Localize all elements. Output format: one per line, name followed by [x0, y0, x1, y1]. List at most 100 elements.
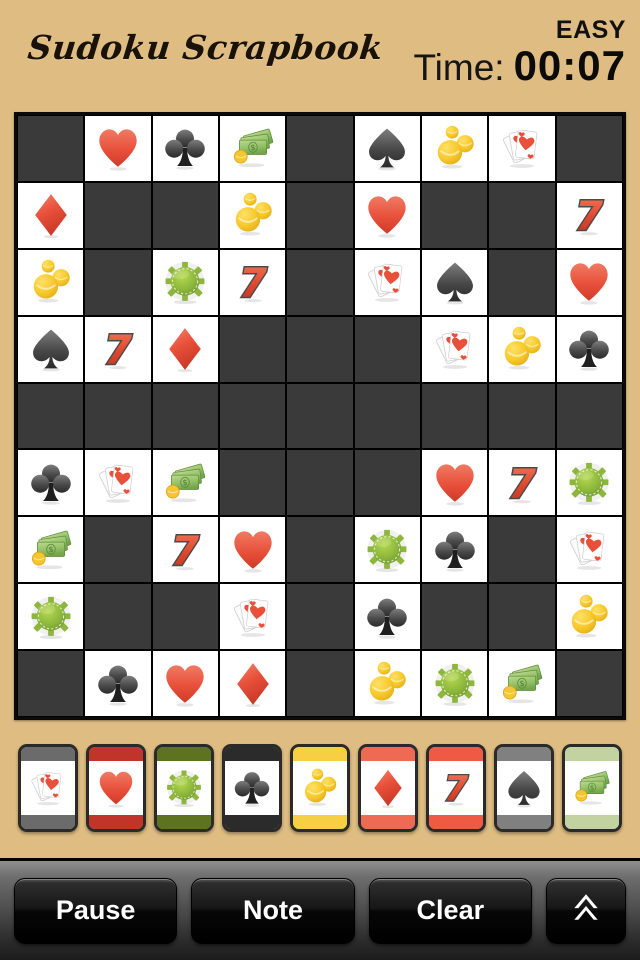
grid-cell-empty[interactable] [152, 383, 218, 449]
grid-cell-filled[interactable] [152, 651, 218, 716]
grid-cell-empty[interactable] [287, 182, 353, 248]
grid-cell-filled[interactable] [422, 316, 488, 382]
palette-tile-diamond[interactable] [358, 744, 418, 832]
grid-cell-filled[interactable] [85, 116, 151, 181]
grid-cell-empty[interactable] [220, 316, 286, 382]
grid-cell-filled[interactable] [220, 182, 286, 248]
grid-cell-empty[interactable] [489, 584, 555, 650]
grid-cell-empty[interactable] [422, 584, 488, 650]
palette-tile-spade[interactable] [494, 744, 554, 832]
grid-cell-filled[interactable]: 7 [85, 316, 151, 382]
grid-cell-empty[interactable] [85, 584, 151, 650]
cards-icon [28, 768, 68, 808]
grid-cell-filled[interactable] [489, 116, 555, 181]
grid-cell-empty[interactable] [422, 383, 488, 449]
grid-cell-filled[interactable]: 7 [152, 517, 218, 583]
grid-cell-empty[interactable] [287, 584, 353, 650]
grid-cell-filled[interactable] [18, 249, 84, 315]
grid-cell-empty[interactable] [489, 249, 555, 315]
grid-cell-filled[interactable] [556, 316, 622, 382]
grid-cell-empty[interactable] [220, 383, 286, 449]
grid-cell-filled[interactable]: 7 [220, 249, 286, 315]
grid-cell-filled[interactable] [354, 249, 420, 315]
palette-tile-seven[interactable]: 7 [426, 744, 486, 832]
grid-cell-empty[interactable] [152, 584, 218, 650]
grid-cell-filled[interactable]: $ [489, 651, 555, 716]
grid-cell-empty[interactable] [85, 249, 151, 315]
grid-cell-empty[interactable] [85, 383, 151, 449]
scroll-up-button[interactable] [545, 877, 626, 944]
palette-tile-cards[interactable] [18, 744, 78, 832]
grid-cell-filled[interactable] [556, 450, 622, 516]
grid-cell-filled[interactable] [556, 249, 622, 315]
grid-cell-filled[interactable] [152, 249, 218, 315]
grid-cell-empty[interactable] [556, 383, 622, 449]
grid-cell-filled[interactable] [18, 584, 84, 650]
symbol-palette[interactable]: 7 $ [0, 733, 640, 843]
clear-button[interactable]: Clear [368, 877, 532, 944]
palette-tile-money[interactable]: $ [562, 744, 622, 832]
grid-cell-filled[interactable] [354, 116, 420, 181]
grid-cell-filled[interactable] [18, 316, 84, 382]
grid-cell-empty[interactable] [18, 116, 84, 181]
grid-cell-filled[interactable] [354, 517, 420, 583]
grid-cell-empty[interactable] [220, 450, 286, 516]
grid-cell-filled[interactable] [422, 651, 488, 716]
grid-cell-empty[interactable] [287, 450, 353, 516]
grid-cell-empty[interactable] [489, 383, 555, 449]
grid-cell-empty[interactable] [354, 450, 420, 516]
grid-cell-empty[interactable] [556, 651, 622, 716]
grid-cell-filled[interactable] [354, 182, 420, 248]
grid-cell-filled[interactable]: $ [18, 517, 84, 583]
grid-cell-filled[interactable] [18, 450, 84, 516]
grid-cell-filled[interactable] [220, 584, 286, 650]
grid-cell-empty[interactable] [287, 383, 353, 449]
palette-tile-club[interactable] [222, 744, 282, 832]
grid-cell-filled[interactable]: 7 [556, 182, 622, 248]
grid-cell-empty[interactable] [152, 182, 218, 248]
grid-cell-filled[interactable] [489, 316, 555, 382]
grid-cell-empty[interactable] [287, 651, 353, 716]
palette-tile-chip[interactable] [154, 744, 214, 832]
grid-cell-filled[interactable] [556, 517, 622, 583]
grid-cell-empty[interactable] [287, 116, 353, 181]
grid-cell-filled[interactable]: $ [220, 116, 286, 181]
grid-cell-empty[interactable] [287, 316, 353, 382]
palette-tile-coins[interactable] [290, 744, 350, 832]
grid-cell-empty[interactable] [354, 383, 420, 449]
sudoku-grid[interactable]: $ 7 7 7 $ 7 $ 7 $ [17, 115, 623, 717]
grid-cell-empty[interactable] [18, 383, 84, 449]
palette-tile-heart[interactable] [86, 744, 146, 832]
heart-icon [566, 259, 612, 305]
grid-cell-filled[interactable]: $ [152, 450, 218, 516]
grid-cell-filled[interactable] [354, 651, 420, 716]
grid-cell-filled[interactable] [18, 182, 84, 248]
grid-cell-empty[interactable] [556, 116, 622, 181]
grid-cell-filled[interactable] [422, 249, 488, 315]
grid-cell-filled[interactable] [422, 517, 488, 583]
grid-cell-filled[interactable]: 7 [489, 450, 555, 516]
grid-cell-empty[interactable] [18, 651, 84, 716]
grid-cell-filled[interactable] [354, 584, 420, 650]
pause-button[interactable]: Pause [14, 877, 178, 944]
note-button[interactable]: Note [191, 877, 355, 944]
grid-cell-filled[interactable] [422, 450, 488, 516]
grid-cell-filled[interactable] [152, 116, 218, 181]
grid-cell-filled[interactable] [85, 450, 151, 516]
grid-cell-empty[interactable] [287, 249, 353, 315]
grid-cell-filled[interactable] [220, 651, 286, 716]
grid-cell-filled[interactable] [556, 584, 622, 650]
grid-cell-empty[interactable] [354, 316, 420, 382]
grid-cell-empty[interactable] [489, 517, 555, 583]
grid-cell-filled[interactable] [422, 116, 488, 181]
chip-icon [162, 259, 208, 305]
cards-icon [432, 326, 478, 372]
grid-cell-filled[interactable] [152, 316, 218, 382]
grid-cell-empty[interactable] [422, 182, 488, 248]
grid-cell-empty[interactable] [489, 182, 555, 248]
grid-cell-empty[interactable] [287, 517, 353, 583]
grid-cell-empty[interactable] [85, 182, 151, 248]
grid-cell-empty[interactable] [85, 517, 151, 583]
grid-cell-filled[interactable] [220, 517, 286, 583]
grid-cell-filled[interactable] [85, 651, 151, 716]
